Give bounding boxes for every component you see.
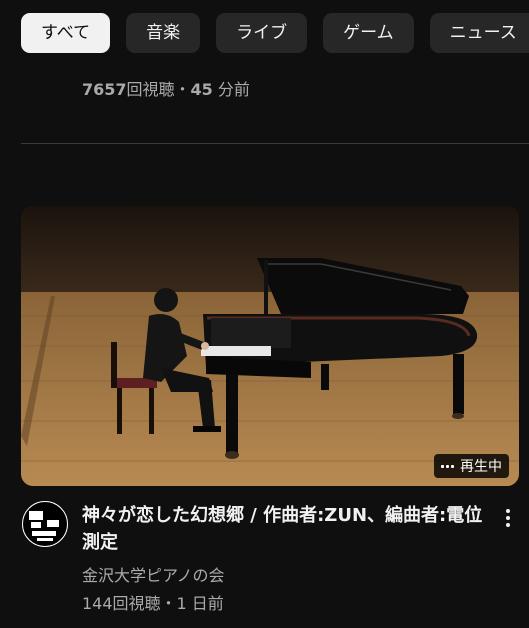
feed-divider bbox=[21, 143, 529, 144]
video-thumbnail[interactable]: 再生中 bbox=[21, 206, 519, 486]
previous-video-meta: 7657回視聴・45 分前 bbox=[82, 76, 250, 100]
previous-age-number: 45 bbox=[190, 80, 213, 99]
channel-logo-image bbox=[24, 503, 66, 545]
now-playing-label: 再生中 bbox=[460, 459, 502, 475]
previous-view-count: 7657 bbox=[82, 80, 127, 99]
chip-games[interactable]: ゲーム bbox=[323, 13, 414, 53]
chip-music[interactable]: 音楽 bbox=[126, 13, 201, 53]
now-playing-badge: 再生中 bbox=[434, 454, 509, 478]
concert-stage-image bbox=[21, 206, 519, 486]
chip-news[interactable]: ニュース bbox=[429, 13, 529, 53]
channel-name[interactable]: 金沢大学ピアノの会 bbox=[82, 562, 225, 586]
equalizer-icon bbox=[441, 464, 454, 468]
chip-live[interactable]: ライブ bbox=[216, 13, 308, 53]
previous-view-suffix: 回視聴・ bbox=[126, 80, 191, 99]
more-vert-icon[interactable] bbox=[494, 504, 522, 532]
channel-avatar[interactable] bbox=[22, 501, 68, 547]
feed-page: すべて 音楽 ライブ ゲーム ニュース 7657回視聴・45 分前 再生中 神々… bbox=[0, 0, 529, 628]
previous-age-suffix: 分前 bbox=[212, 80, 250, 99]
video-title[interactable]: 神々が恋した幻想郷 / 作曲者:ZUN、編曲者:電位測定 bbox=[82, 502, 492, 556]
chip-bar: すべて 音楽 ライブ ゲーム ニュース bbox=[0, 0, 529, 66]
chip-all[interactable]: すべて bbox=[21, 13, 111, 53]
video-meta: 144回視聴・1 日前 bbox=[82, 594, 224, 613]
